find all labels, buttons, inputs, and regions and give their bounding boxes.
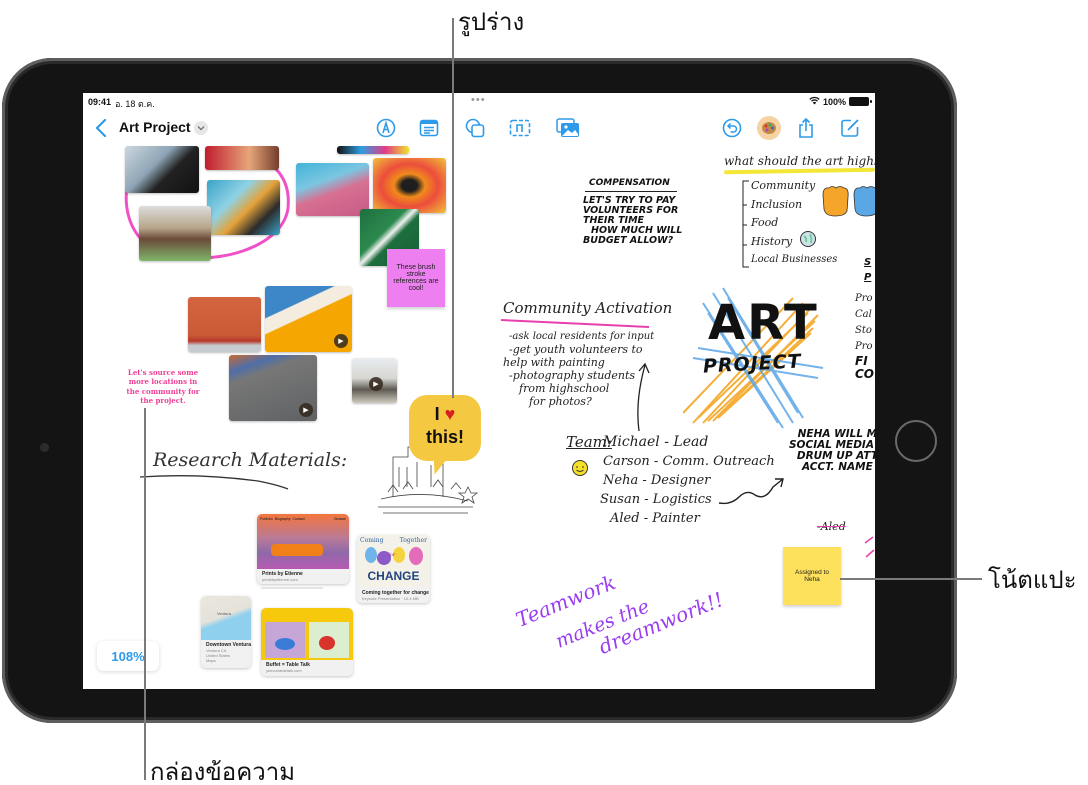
wifi-icon [809,96,820,107]
status-bar: 09:41 อ. 18 ต.ค. ••• 100% [83,93,875,111]
highlight-item[interactable]: History [751,233,837,252]
right-edge-heading: P [864,272,872,283]
photo-graffiti-strip[interactable] [337,146,409,154]
sticky-note-brush-strokes[interactable]: These brush stroke references are cool! [387,249,445,307]
pink-marks [864,536,875,558]
share-icon [799,117,813,138]
community-activation-title[interactable]: Community Activation [503,299,672,317]
photo-person-jacket[interactable] [125,146,199,193]
neha-social-media-note[interactable]: NEHA WILL M SOCIAL MEDIA A DRUM UP ATT A… [789,428,875,473]
speech-line1: I [434,404,440,424]
undo-icon [722,118,742,138]
sticky-note-assigned-neha[interactable]: Assigned to Neha [783,547,841,605]
video-building[interactable]: ▶ [265,286,352,352]
freeform-screen: 09:41 อ. 18 ต.ค. ••• 100% Art Project Th… [83,93,875,689]
photo-dancer[interactable] [207,180,280,235]
video-street-cars[interactable]: ▶ [229,355,317,421]
text-box[interactable]: Let's source some more locations in the … [123,368,203,406]
speech-line2: this! [426,426,464,447]
back-button[interactable] [89,116,113,140]
callout-sticky-label: โน้ตแปะ [988,566,1077,594]
multitasking-dots[interactable]: ••• [471,94,486,106]
squiggle-arrow [718,478,784,505]
media-button[interactable] [556,116,580,140]
home-button[interactable] [895,420,937,462]
battery-icon [849,97,872,106]
text-box-button[interactable] [417,116,441,140]
photo-brick-wall[interactable] [188,297,261,352]
board-title[interactable]: Art Project [119,119,191,135]
photo-group-jumping[interactable] [139,206,211,261]
play-icon[interactable]: ▶ [369,377,383,391]
play-icon[interactable]: ▶ [299,403,313,417]
status-date: อ. 18 ต.ค. [115,99,155,109]
map-card-downtown-ventura[interactable]: Ventura Downtown Ventura Ventura CA Unit… [201,596,251,668]
smiley-sticker-icon [572,460,588,476]
callout-shape-label: รูปร่าง [458,8,525,36]
sticky-note-icon [509,119,531,137]
speech-bubble-shape[interactable]: I ♥ this! [409,395,481,461]
callout-sticky-line [840,578,982,580]
collaborator-avatar[interactable] [757,116,781,140]
up-arrow [637,362,650,432]
callout-shape-line [452,18,454,398]
callout-textbox-line [144,408,146,780]
photo-friends[interactable] [205,146,279,170]
callout-textbox-label: กล่องข้อความ [150,758,296,785]
crossed-out-note[interactable]: -Aled [817,520,846,533]
right-edge-list: Pro Cal Sto Pro FI CO [855,293,875,381]
link-card-subtitle: Keynote Presentation · 10.4 MB [362,596,419,601]
art-logo-line1[interactable]: ART [708,298,819,349]
front-camera [40,443,49,452]
research-underline [139,475,289,490]
right-edge-heading: S [864,257,872,268]
undo-button[interactable] [720,116,744,140]
share-button[interactable] [794,116,818,140]
globe-icon [800,231,816,247]
shapes-icon [465,118,485,138]
highlight-item[interactable]: Local Businesses [751,251,837,270]
fist-icon [853,186,875,217]
compensation-body[interactable]: LET'S TRY TO PAY VOLUNTEERS FOR THEIR TI… [583,196,682,246]
keynote-card-coming-together[interactable]: Coming Together for CHANGE Coming togeth… [357,535,430,603]
chevron-down-icon [197,126,205,131]
compensation-underline [585,191,677,192]
highlight-question[interactable]: what should the art highlight [724,154,875,168]
fist-icon [822,186,849,217]
pen-tool-button[interactable] [374,116,398,140]
sticky-note-button[interactable] [508,116,532,140]
heart-icon: ♥ [444,404,456,424]
research-materials-heading[interactable]: Research Materials: [153,449,347,471]
link-card-buffet-table-talk[interactable]: Buffet = Table Talk joinourtabletalk.com [261,608,353,676]
title-menu-button[interactable] [194,121,208,135]
zoom-level-button[interactable]: 108% [97,641,159,671]
compensation-title[interactable]: COMPENSATION [589,178,670,188]
battery-percent: 100% [822,96,846,107]
divider-line [261,587,323,589]
chevron-left-icon [95,119,107,137]
link-card-subtitle: printsbyetienne.com [262,577,298,582]
photo-eye-mural[interactable] [373,158,446,213]
play-icon[interactable]: ▶ [334,334,348,348]
pink-underline [500,319,650,328]
new-board-icon [841,119,859,137]
yellow-highlight-stroke [723,167,875,175]
status-time: 09:41 [88,97,112,107]
highlight-bracket [742,180,749,268]
photo-basketball-court[interactable] [296,163,369,216]
link-card-subtitle: joinourtabletalk.com [266,668,302,673]
video-beach-person[interactable]: ▶ [352,358,397,403]
photos-icon [556,118,579,137]
pen-tool-icon [376,118,396,138]
shapes-button[interactable] [463,116,487,140]
new-board-button[interactable] [838,116,862,140]
text-box-icon [419,119,439,137]
palette-icon [762,122,776,134]
link-card-prints-by-etienne[interactable]: Portfolio Biography Contact Browse Print… [257,514,349,584]
